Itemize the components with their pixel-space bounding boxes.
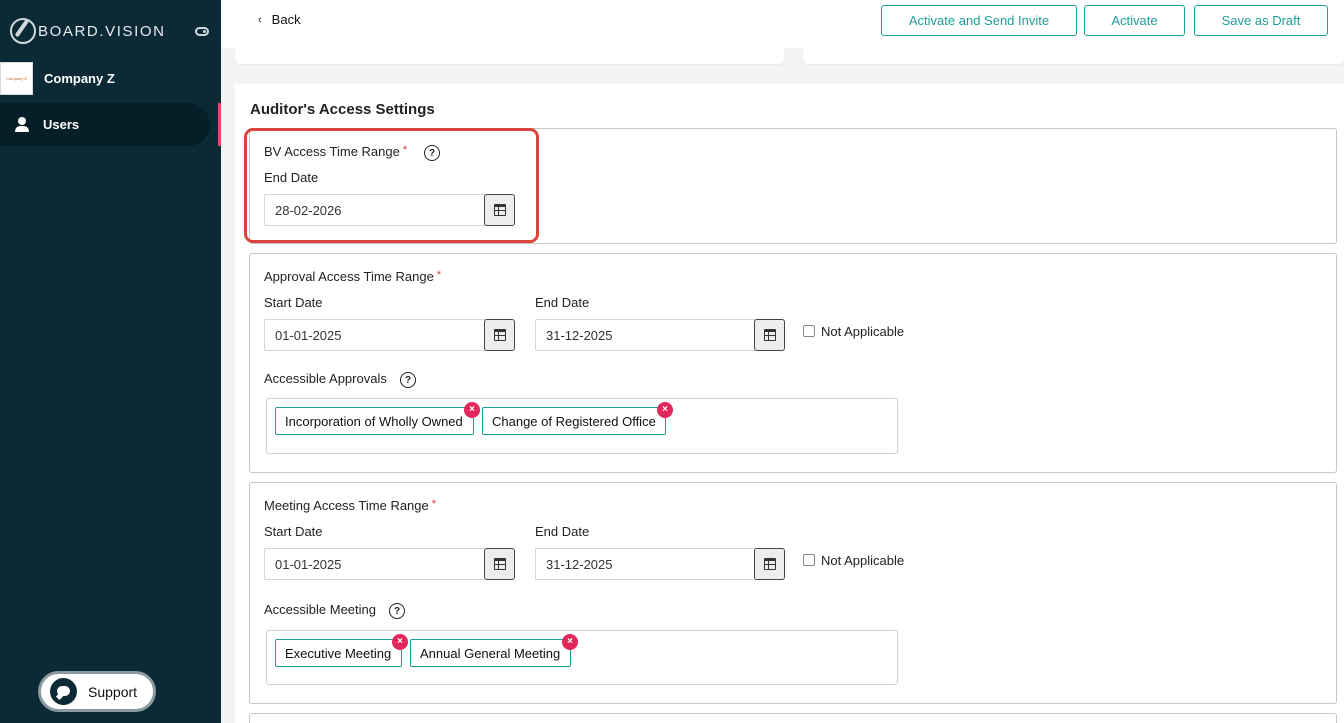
chip-approval: Change of Registered Office xyxy=(482,407,666,435)
meeting-access-label: Meeting Access Time Range * xyxy=(264,498,437,513)
card-bottom-right xyxy=(803,48,1344,64)
sidebar: BOARD.VISION Company Z Company Z Users S… xyxy=(0,0,221,723)
highlight-annotation xyxy=(244,128,539,243)
chat-icon xyxy=(50,678,77,705)
meeting-start-calendar-button[interactable] xyxy=(484,548,515,580)
accessible-approvals-label: Accessible Approvals xyxy=(264,371,387,386)
company-name: Company Z xyxy=(44,70,115,86)
next-section xyxy=(249,713,1337,723)
meeting-not-applicable-checkbox[interactable] xyxy=(803,554,815,566)
remove-chip-icon[interactable]: × xyxy=(392,634,408,650)
brand-logo[interactable]: BOARD.VISION xyxy=(10,18,166,44)
save-draft-button[interactable]: Save as Draft xyxy=(1194,5,1328,36)
approval-end-calendar-button[interactable] xyxy=(754,319,785,351)
approval-start-date-input[interactable]: 01-01-2025 xyxy=(264,319,485,351)
meeting-start-label: Start Date xyxy=(264,524,323,539)
user-icon xyxy=(14,116,30,133)
approval-start-label: Start Date xyxy=(264,295,323,310)
chip-meeting: Annual General Meeting xyxy=(410,639,571,667)
help-icon[interactable]: ? xyxy=(389,603,405,619)
chip-approval: Incorporation of Wholly Owned xyxy=(275,407,474,435)
meeting-start-date-input[interactable]: 01-01-2025 xyxy=(264,548,485,580)
meeting-end-calendar-button[interactable] xyxy=(754,548,785,580)
approval-end-label: End Date xyxy=(535,295,590,310)
remove-chip-icon[interactable]: × xyxy=(562,634,578,650)
activate-button[interactable]: Activate xyxy=(1084,5,1185,36)
support-button[interactable]: Support xyxy=(38,671,156,712)
brand-name: BOARD.VISION xyxy=(38,22,166,40)
back-label: Back xyxy=(271,12,301,27)
sidebar-item-users[interactable]: Users xyxy=(0,103,210,146)
approval-start-calendar-button[interactable] xyxy=(484,319,515,351)
brand-mark-icon xyxy=(10,18,36,44)
help-icon[interactable]: ? xyxy=(400,372,416,388)
activate-send-invite-button[interactable]: Activate and Send Invite xyxy=(881,5,1077,36)
meeting-end-date-input[interactable]: 31-12-2025 xyxy=(535,548,755,580)
approval-not-applicable-label: Not Applicable xyxy=(821,324,905,339)
approval-not-applicable-checkbox[interactable] xyxy=(803,325,815,337)
company-logo: Company Z xyxy=(0,61,33,95)
section-title: Auditor's Access Settings xyxy=(250,101,435,118)
chip-meeting: Executive Meeting xyxy=(275,639,402,667)
meeting-end-label: End Date xyxy=(535,524,590,539)
company-selector[interactable]: Company Z Company Z xyxy=(0,61,221,95)
meeting-not-applicable-label: Not Applicable xyxy=(821,553,905,568)
support-label: Support xyxy=(88,683,138,700)
approval-access-label: Approval Access Time Range * xyxy=(264,269,442,284)
calendar-icon xyxy=(763,558,776,570)
approval-end-date-input[interactable]: 31-12-2025 xyxy=(535,319,755,351)
calendar-icon xyxy=(493,329,506,341)
remove-chip-icon[interactable]: × xyxy=(464,402,480,418)
back-link[interactable]: ‹ Back xyxy=(258,12,301,27)
remove-chip-icon[interactable]: × xyxy=(657,402,673,418)
sidebar-item-label: Users xyxy=(43,117,80,132)
calendar-icon xyxy=(493,558,506,570)
sidebar-toggle-icon[interactable] xyxy=(195,27,209,36)
calendar-icon xyxy=(763,329,776,341)
active-indicator xyxy=(218,103,221,146)
card-bottom-left xyxy=(235,48,784,64)
top-bar: ‹ Back Activate and Send Invite Activate… xyxy=(221,0,1344,48)
chevron-left-icon: ‹ xyxy=(258,13,262,26)
accessible-meeting-label: Accessible Meeting xyxy=(264,602,376,617)
